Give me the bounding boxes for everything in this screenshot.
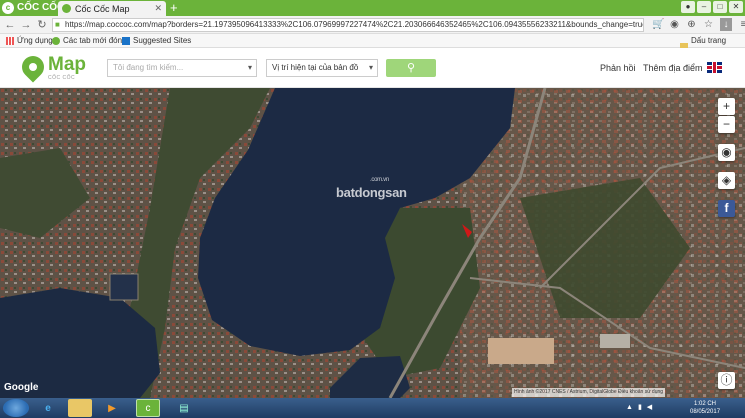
tab-close-icon[interactable]: ✕ [154, 3, 162, 14]
satellite-map[interactable]: batdongsan .com.vn + − ◉ ◈ f ⓘ Google Hì… [0, 88, 745, 398]
address-bar[interactable]: ■ https://map.coccoc.com/map?borders=21.… [52, 18, 644, 32]
coccoc-taskbar-icon[interactable]: c [136, 399, 160, 417]
taskbar-clock[interactable]: 1:02 CH 08/05/2017 [690, 400, 720, 416]
reload-icon[interactable]: ↻ [35, 18, 49, 32]
toolbar-icons: 🛒 ◉ ⊕ ☆ ↓ ≡ [652, 18, 745, 31]
minimize-icon[interactable]: – [697, 1, 711, 13]
add-place-link[interactable]: Thêm địa điểm [643, 63, 703, 73]
search-scope-select[interactable]: Vị trí hiện tại của bản đồ ▾ [266, 59, 378, 77]
network-icon[interactable]: ▮ [638, 399, 642, 417]
address-bar-url: https://map.coccoc.com/map?borders=21.19… [65, 20, 644, 29]
download-icon[interactable]: ↓ [720, 18, 732, 31]
globe-icon[interactable]: ⊕ [686, 18, 697, 31]
lock-icon: ■ [55, 20, 60, 29]
tray-arrow-icon[interactable]: ▲ [626, 399, 633, 417]
coccoc-favicon-icon [62, 4, 71, 13]
clock-date: 08/05/2017 [690, 409, 721, 415]
facebook-share-button[interactable]: f [718, 200, 735, 217]
folder-taskbar-icon[interactable] [68, 399, 92, 417]
new-tab-button[interactable]: + [170, 0, 178, 16]
bookmark-suggested-sites[interactable]: Suggested Sites [122, 35, 191, 47]
uk-flag-icon[interactable] [707, 62, 722, 73]
windows-taskbar: e ▶ c ▤ ▲ ▮ ◀ 1:02 CH 08/05/2017 [0, 398, 745, 418]
maximize-icon[interactable]: □ [713, 1, 727, 13]
coccoc-small-icon [52, 37, 60, 45]
map-pin-logo-icon [17, 51, 49, 83]
map-attribution[interactable]: Hình ảnh ©2017 CNES / Astrium, DigitalGl… [512, 388, 666, 397]
tab-title: Cốc Cốc Map [75, 3, 130, 14]
start-button[interactable] [3, 399, 29, 417]
clock-time: 1:02 CH [694, 401, 717, 407]
coccoc-logo-icon: c [2, 2, 14, 14]
browser-brand[interactable]: c CỐC CỐC [2, 1, 64, 15]
feedback-link[interactable]: Phản hồi [600, 63, 636, 73]
watermark-main: batdongsan [336, 185, 407, 200]
bookmark-apps[interactable]: Ứng dụng [6, 35, 53, 47]
star-icon[interactable]: ☆ [703, 18, 714, 31]
watermark: batdongsan .com.vn [336, 177, 407, 200]
chevron-down-icon[interactable]: ▾ [248, 60, 252, 76]
media-player-icon[interactable]: ▶ [100, 399, 124, 417]
map-logo[interactable]: Map CỐC CỐC [17, 51, 86, 83]
search-placeholder: Tôi đang tìm kiếm... [113, 63, 184, 72]
map-header: Map CỐC CỐC Tôi đang tìm kiếm... ▾ Vị tr… [0, 48, 745, 88]
bing-icon [122, 37, 130, 45]
tab-coccoc-map[interactable]: Cốc Cốc Map ✕ [58, 1, 166, 16]
speaker-icon[interactable]: ◀ [647, 399, 652, 417]
search-icon: ⚲ [406, 62, 416, 74]
close-window-icon[interactable]: ✕ [729, 1, 743, 13]
logo-sub: CỐC CỐC [48, 75, 76, 81]
apps-grid-icon [6, 37, 14, 45]
locate-icon[interactable]: ◉ [718, 144, 735, 161]
cart-icon[interactable]: 🛒 [652, 18, 664, 31]
search-input[interactable]: Tôi đang tìm kiếm... ▾ [107, 59, 257, 77]
info-icon[interactable]: ⓘ [718, 372, 735, 389]
ie-icon[interactable]: e [36, 399, 60, 417]
zoom-in-button[interactable]: + [718, 98, 735, 115]
forward-arrow-icon[interactable]: → [19, 18, 33, 32]
google-logo: Google [4, 382, 39, 393]
zoom-out-button[interactable]: − [718, 116, 735, 133]
search-scope-value: Vị trí hiện tại của bản đồ [272, 63, 359, 72]
window-controls: ● – □ ✕ [681, 1, 743, 13]
logo-name: Map [48, 54, 86, 75]
layers-icon[interactable]: ◈ [718, 172, 735, 189]
bookmark-apps-label: Ứng dụng [17, 36, 53, 45]
system-tray: ▲ ▮ ◀ [626, 399, 652, 417]
bookmarks-bar: Ứng dụng Các tab mới đóng Suggested Site… [0, 34, 745, 57]
search-button[interactable]: ⚲ [386, 59, 436, 77]
chevron-down-icon: ▾ [368, 63, 373, 72]
bookmark-suggested-sites-label: Suggested Sites [133, 36, 192, 45]
navigation-bar: ← → ↻ ■ https://map.coccoc.com/map?borde… [0, 16, 745, 34]
app-taskbar-icon[interactable]: ▤ [172, 399, 196, 417]
satellite-imagery [0, 88, 745, 398]
browser-tab-strip: c CỐC CỐC Cốc Cốc Map ✕ + ● – □ ✕ [0, 0, 745, 16]
bookmark-recent-tabs-label: Các tab mới đóng [63, 36, 127, 45]
menu-icon[interactable]: ≡ [738, 18, 745, 31]
bookmark-recent-tabs[interactable]: Các tab mới đóng [52, 35, 127, 47]
extension-icon[interactable]: ◉ [669, 18, 680, 31]
watermark-domain: .com.vn [370, 177, 389, 183]
user-icon[interactable]: ● [681, 1, 695, 13]
back-arrow-icon[interactable]: ← [3, 18, 17, 32]
